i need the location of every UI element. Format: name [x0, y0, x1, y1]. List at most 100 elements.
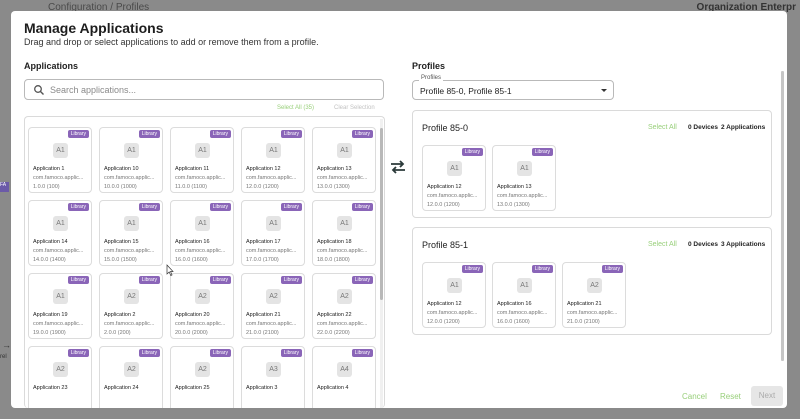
- search-box[interactable]: [24, 79, 384, 100]
- app-card[interactable]: Library A1 Application 12 com.famoco.applic…: [241, 127, 305, 193]
- app-name: Application 18: [317, 239, 352, 245]
- app-card[interactable]: Library A1 Application 17 com.famoco.applic…: [241, 200, 305, 266]
- app-name: Application 13: [317, 166, 352, 172]
- app-card[interactable]: Library A1 Application 10 com.famoco.applic…: [99, 127, 163, 193]
- app-package: com.famoco.applic...: [317, 321, 368, 327]
- library-badge: Library: [280, 349, 302, 357]
- app-avatar: A1: [266, 143, 281, 158]
- library-badge: Library: [209, 349, 231, 357]
- profiles-scrollbar-thumb[interactable]: [781, 71, 784, 361]
- swap-arrows-icon: [391, 160, 405, 174]
- applications-scrollbar-thumb[interactable]: [380, 128, 383, 300]
- dialog-title: Manage Applications: [24, 20, 164, 36]
- app-avatar: A2: [587, 278, 602, 293]
- app-name: Application 15: [104, 239, 139, 245]
- app-avatar: A1: [53, 216, 68, 231]
- app-card[interactable]: Library A2 Application 2 com.famoco.applic.…: [99, 273, 163, 339]
- profile-name: Profile 85-0: [422, 123, 469, 133]
- app-package: com.famoco.applic...: [317, 248, 368, 254]
- app-version: 17.0.0 (1700): [246, 257, 279, 263]
- app-card[interactable]: Library A1 Application 15 com.famoco.applic…: [99, 200, 163, 266]
- profile-name: Profile 85-1: [422, 240, 469, 250]
- profiles-select[interactable]: Profiles Profile 85-0, Profile 85-1: [412, 75, 614, 100]
- app-avatar: A1: [195, 143, 210, 158]
- app-package: com.famoco.applic...: [246, 248, 297, 254]
- app-name: Application 22: [317, 312, 352, 318]
- app-version: 10.0.0 (1000): [104, 184, 137, 190]
- app-avatar: A3: [266, 362, 281, 377]
- app-package: com.famoco.applic...: [175, 321, 226, 327]
- app-version: 20.0.0 (2000): [175, 330, 208, 336]
- app-card[interactable]: Library A1 Application 13 com.famoco.applic…: [492, 145, 556, 211]
- app-package: com.famoco.applic...: [33, 175, 84, 181]
- app-card[interactable]: Library A2 Application 21 com.famoco.applic…: [562, 262, 626, 328]
- app-package: com.famoco.applic...: [497, 193, 548, 199]
- library-badge: Library: [209, 130, 231, 138]
- profile-select-all-button[interactable]: Select All: [648, 124, 677, 131]
- library-badge: Library: [351, 276, 373, 284]
- clear-selection-button[interactable]: Clear Selection: [334, 105, 375, 111]
- app-card[interactable]: Library A3 Application 3: [241, 346, 305, 408]
- app-version: 11.0.0 (1100): [175, 184, 207, 190]
- app-card[interactable]: Library A1 Application 14 com.famoco.applic…: [28, 200, 92, 266]
- app-avatar: A1: [517, 278, 532, 293]
- app-version: 1.0.0 (100): [33, 184, 60, 190]
- app-card[interactable]: Library A1 Application 13 com.famoco.applic…: [312, 127, 376, 193]
- app-card[interactable]: Library A1 Application 18 com.famoco.applic…: [312, 200, 376, 266]
- app-avatar: A1: [124, 143, 139, 158]
- profiles-select-label: Profiles: [419, 75, 444, 81]
- app-card[interactable]: Library A2 Application 25: [170, 346, 234, 408]
- app-avatar: A2: [53, 362, 68, 377]
- profile-devices-count: 0 Devices: [688, 241, 718, 248]
- app-version: 19.0.0 (1900): [33, 330, 66, 336]
- app-card[interactable]: Library A4 Application 4: [312, 346, 376, 408]
- app-package: com.famoco.applic...: [33, 321, 84, 327]
- app-name: Application 16: [175, 239, 210, 245]
- app-version: 18.0.0 (1800): [317, 257, 350, 263]
- app-avatar: A2: [195, 362, 210, 377]
- app-version: 21.0.0 (2100): [567, 319, 600, 325]
- app-card[interactable]: Library A2 Application 20 com.famoco.applic…: [170, 273, 234, 339]
- library-badge: Library: [138, 349, 160, 357]
- app-name: Application 20: [175, 312, 210, 318]
- app-card[interactable]: Library A2 Application 23: [28, 346, 92, 408]
- app-card[interactable]: Library A1 Application 11 com.famoco.applic…: [170, 127, 234, 193]
- profiles-heading: Profiles: [412, 61, 446, 71]
- applications-list: Library A1 Application 1 com.famoco.applic.…: [24, 116, 385, 408]
- manage-applications-dialog: Manage Applications Drag and drop or sel…: [11, 11, 787, 408]
- app-package: com.famoco.applic...: [246, 321, 297, 327]
- app-card[interactable]: Library A1 Application 1 com.famoco.applic.…: [28, 127, 92, 193]
- app-avatar: A1: [337, 216, 352, 231]
- app-avatar: A1: [53, 143, 68, 158]
- app-card[interactable]: Library A2 Application 24: [99, 346, 163, 408]
- app-card[interactable]: Library A1 Application 12 com.famoco.applic…: [422, 145, 486, 211]
- library-badge: Library: [531, 148, 553, 156]
- app-version: 12.0.0 (1200): [427, 202, 460, 208]
- app-card[interactable]: Library A1 Application 12 com.famoco.applic…: [422, 262, 486, 328]
- chevron-down-icon: [601, 89, 607, 92]
- app-package: com.famoco.applic...: [317, 175, 368, 181]
- app-package: com.famoco.applic...: [175, 248, 226, 254]
- app-avatar: A1: [517, 161, 532, 176]
- app-name: Application 24: [104, 385, 139, 391]
- cancel-button[interactable]: Cancel: [682, 392, 707, 401]
- next-button[interactable]: Next: [751, 386, 783, 406]
- app-card[interactable]: Library A1 Application 19 com.famoco.applic…: [28, 273, 92, 339]
- app-card[interactable]: Library A1 Application 16 com.famoco.applic…: [492, 262, 556, 328]
- app-card[interactable]: Library A1 Application 16 com.famoco.applic…: [170, 200, 234, 266]
- app-card[interactable]: Library A2 Application 22 com.famoco.applic…: [312, 273, 376, 339]
- app-name: Application 25: [175, 385, 210, 391]
- app-package: com.famoco.applic...: [246, 175, 297, 181]
- library-badge: Library: [138, 276, 160, 284]
- app-card[interactable]: Library A2 Application 21 com.famoco.applic…: [241, 273, 305, 339]
- reset-button[interactable]: Reset: [720, 392, 741, 401]
- app-name: Application 12: [427, 301, 462, 307]
- select-all-apps-button[interactable]: Select All (35): [277, 105, 314, 111]
- app-version: 12.0.0 (1200): [246, 184, 279, 190]
- search-input[interactable]: [50, 82, 370, 97]
- app-avatar: A2: [124, 289, 139, 304]
- profile-select-all-button[interactable]: Select All: [648, 241, 677, 248]
- app-name: Application 4: [317, 385, 349, 391]
- library-badge: Library: [351, 349, 373, 357]
- background-side-badge: FA: [0, 182, 9, 192]
